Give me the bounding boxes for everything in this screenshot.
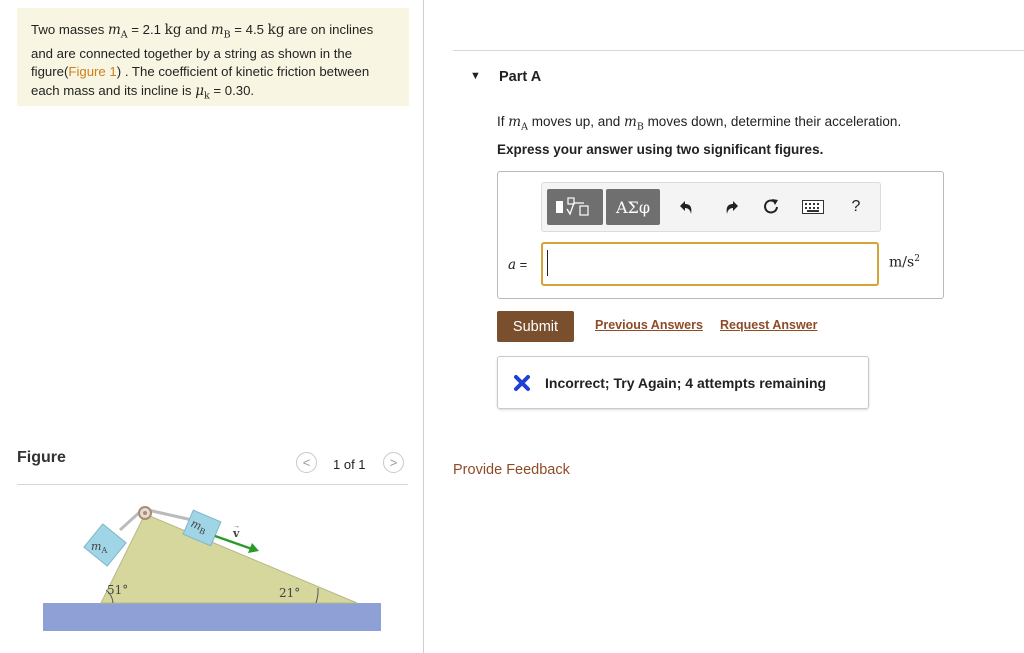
velocity-arrow-mark: → bbox=[233, 523, 240, 530]
request-answer-link[interactable]: Request Answer bbox=[720, 318, 817, 332]
submit-button[interactable]: Submit bbox=[497, 311, 574, 342]
text-cursor bbox=[547, 250, 548, 276]
undo-icon[interactable] bbox=[676, 196, 698, 218]
redo-icon[interactable] bbox=[720, 196, 742, 218]
angle-left-label: 51° bbox=[107, 583, 128, 597]
angle-right-label: 21° bbox=[279, 586, 300, 600]
double-incline bbox=[100, 513, 358, 604]
incline-diagram: mA mB v → 51° 21° bbox=[43, 506, 381, 631]
provide-feedback-link[interactable]: Provide Feedback bbox=[453, 462, 570, 478]
part-a-divider bbox=[453, 50, 1024, 51]
problem-statement: Two masses mA = 2.1 kg and mB = 4.5 kg a… bbox=[17, 8, 409, 106]
figure-divider bbox=[17, 484, 408, 485]
templates-icon bbox=[556, 197, 589, 216]
instruction-text: Express your answer using two significan… bbox=[497, 142, 824, 157]
unit-label: m/s2 bbox=[889, 254, 920, 271]
ground bbox=[43, 603, 381, 631]
chevron-right-icon: > bbox=[389, 455, 398, 470]
mu-symbol: μk bbox=[195, 82, 210, 102]
greek-symbols-button[interactable]: ΑΣφ bbox=[606, 189, 660, 225]
keyboard-icon[interactable] bbox=[802, 196, 824, 218]
templates-button[interactable] bbox=[547, 189, 603, 225]
panel-divider bbox=[423, 0, 424, 653]
figure-title: Figure bbox=[17, 449, 66, 466]
feedback-text: Incorrect; Try Again; 4 attempts remaini… bbox=[545, 374, 827, 391]
feedback-message: Incorrect; Try Again; 4 attempts remaini… bbox=[497, 356, 869, 409]
figure-link[interactable]: Figure 1 bbox=[68, 64, 116, 79]
help-button[interactable]: ? bbox=[845, 196, 867, 218]
answer-label: a = bbox=[508, 257, 528, 273]
figure-prev-button[interactable]: < bbox=[296, 452, 317, 473]
x-icon bbox=[514, 374, 530, 391]
figure-counter: 1 of 1 bbox=[333, 457, 366, 472]
collapse-caret-icon[interactable]: ▼ bbox=[470, 70, 481, 82]
figure-next-button[interactable]: > bbox=[383, 452, 404, 473]
reset-icon[interactable] bbox=[760, 196, 782, 218]
mass-a-symbol: mA bbox=[107, 22, 128, 41]
previous-answers-link[interactable]: Previous Answers bbox=[595, 318, 703, 332]
question-text: If mA moves up, and mB moves down, deter… bbox=[497, 114, 902, 133]
chevron-left-icon: < bbox=[302, 455, 311, 470]
part-a-title[interactable]: Part A bbox=[499, 69, 541, 85]
answer-input[interactable] bbox=[541, 242, 879, 286]
mass-b-symbol: mB bbox=[210, 22, 231, 41]
